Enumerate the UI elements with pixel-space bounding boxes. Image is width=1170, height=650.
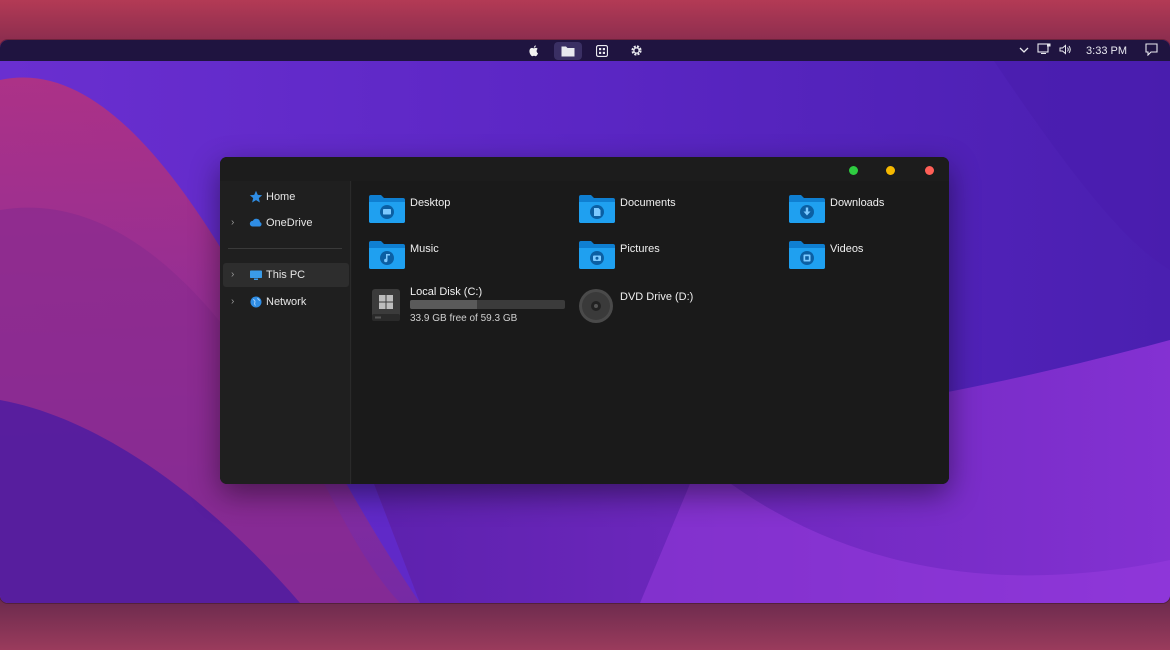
file-explorer-window: Home › OneDrive › This PC › Network Desk…	[220, 157, 949, 484]
minimize-button[interactable]	[886, 166, 895, 175]
gear-icon	[630, 45, 642, 56]
star-icon	[249, 190, 263, 203]
top-menubar: 3:33 PM	[0, 40, 1170, 61]
folder-label: Documents	[620, 197, 676, 209]
video-glyph-icon	[800, 251, 814, 265]
globe-icon	[250, 296, 262, 308]
folder-videos[interactable]: Videos	[788, 238, 938, 272]
drive-usage-bar	[410, 300, 565, 309]
content-pane: Desktop Documents Downloads Music Pictur…	[352, 181, 949, 484]
folder-icon	[369, 241, 405, 269]
drive-label: DVD Drive (D:)	[620, 291, 694, 303]
clock[interactable]: 3:33 PM	[1086, 45, 1127, 57]
volume-icon	[1059, 43, 1071, 55]
drive-local-disk-c[interactable]: Local Disk (C:) 33.9 GB free of 59.3 GB	[368, 286, 568, 326]
folder-pictures[interactable]: Pictures	[578, 238, 768, 272]
maximize-button[interactable]	[849, 166, 858, 175]
sidebar-item-label: Network	[266, 296, 307, 308]
sidebar-item-label: OneDrive	[266, 217, 313, 229]
network-tray-button[interactable]	[1037, 43, 1051, 58]
music-glyph-icon	[380, 251, 394, 265]
hard-drive-icon	[372, 289, 400, 321]
monitor-icon	[1037, 43, 1051, 54]
camera-glyph-icon	[590, 251, 604, 265]
volume-tray-button[interactable]	[1059, 43, 1072, 58]
folder-icon	[369, 195, 405, 223]
grid-icon	[596, 44, 608, 57]
document-glyph-icon	[590, 205, 604, 219]
sidebar-item-this-pc[interactable]: › This PC	[223, 263, 349, 287]
folder-label: Downloads	[830, 197, 885, 209]
folder-label: Videos	[830, 243, 864, 255]
drive-usage-fill	[410, 300, 477, 309]
drive-dvd-d[interactable]: DVD Drive (D:)	[578, 286, 768, 326]
folder-desktop[interactable]: Desktop	[368, 192, 558, 226]
folder-icon	[789, 241, 825, 269]
chevron-right-icon[interactable]: ›	[231, 269, 241, 281]
chevron-down-icon	[1019, 47, 1029, 53]
folder-downloads[interactable]: Downloads	[788, 192, 938, 226]
start-grid-button[interactable]	[588, 42, 616, 60]
tray-overflow-button[interactable]	[1019, 45, 1029, 57]
sidebar-item-home[interactable]: Home	[223, 185, 349, 209]
desktop-screen: 3:33 PM Home › OneDrive › This PC › Netw…	[0, 40, 1170, 603]
folder-label: Desktop	[410, 197, 451, 209]
apple-icon	[529, 45, 538, 57]
window-titlebar[interactable]	[220, 157, 949, 181]
download-glyph-icon	[800, 205, 814, 219]
file-explorer-button[interactable]	[554, 41, 582, 60]
settings-button[interactable]	[622, 42, 650, 60]
folder-icon	[579, 195, 615, 223]
navigation-pane: Home › OneDrive › This PC › Network	[220, 181, 351, 484]
folder-music[interactable]: Music	[368, 238, 558, 272]
folder-icon	[561, 46, 575, 56]
dvd-disc-icon	[579, 289, 613, 323]
cloud-icon	[249, 218, 262, 227]
sidebar-item-label: This PC	[266, 269, 306, 281]
sidebar-item-onedrive[interactable]: › OneDrive	[223, 211, 349, 235]
chevron-right-icon[interactable]: ›	[231, 296, 241, 308]
monitor-icon	[250, 270, 262, 280]
menubar-center-icons	[520, 40, 650, 61]
notification-icon	[1145, 42, 1158, 56]
system-tray: 3:33 PM	[1019, 40, 1158, 61]
folder-label: Pictures	[620, 243, 660, 255]
folder-icon	[579, 241, 615, 269]
sidebar-item-label: Home	[266, 191, 296, 203]
sidebar-divider	[228, 248, 342, 249]
desktop-glyph-icon	[380, 205, 394, 219]
folder-icon	[789, 195, 825, 223]
drive-label: Local Disk (C:)	[410, 286, 483, 298]
close-button[interactable]	[925, 166, 934, 175]
drive-free-space: 33.9 GB free of 59.3 GB	[410, 313, 518, 324]
apple-menu-button[interactable]	[520, 42, 548, 60]
notification-center-button[interactable]	[1145, 42, 1158, 59]
folder-documents[interactable]: Documents	[578, 192, 768, 226]
chevron-right-icon[interactable]: ›	[231, 217, 241, 229]
sidebar-item-network[interactable]: › Network	[223, 290, 349, 314]
folder-label: Music	[410, 243, 439, 255]
